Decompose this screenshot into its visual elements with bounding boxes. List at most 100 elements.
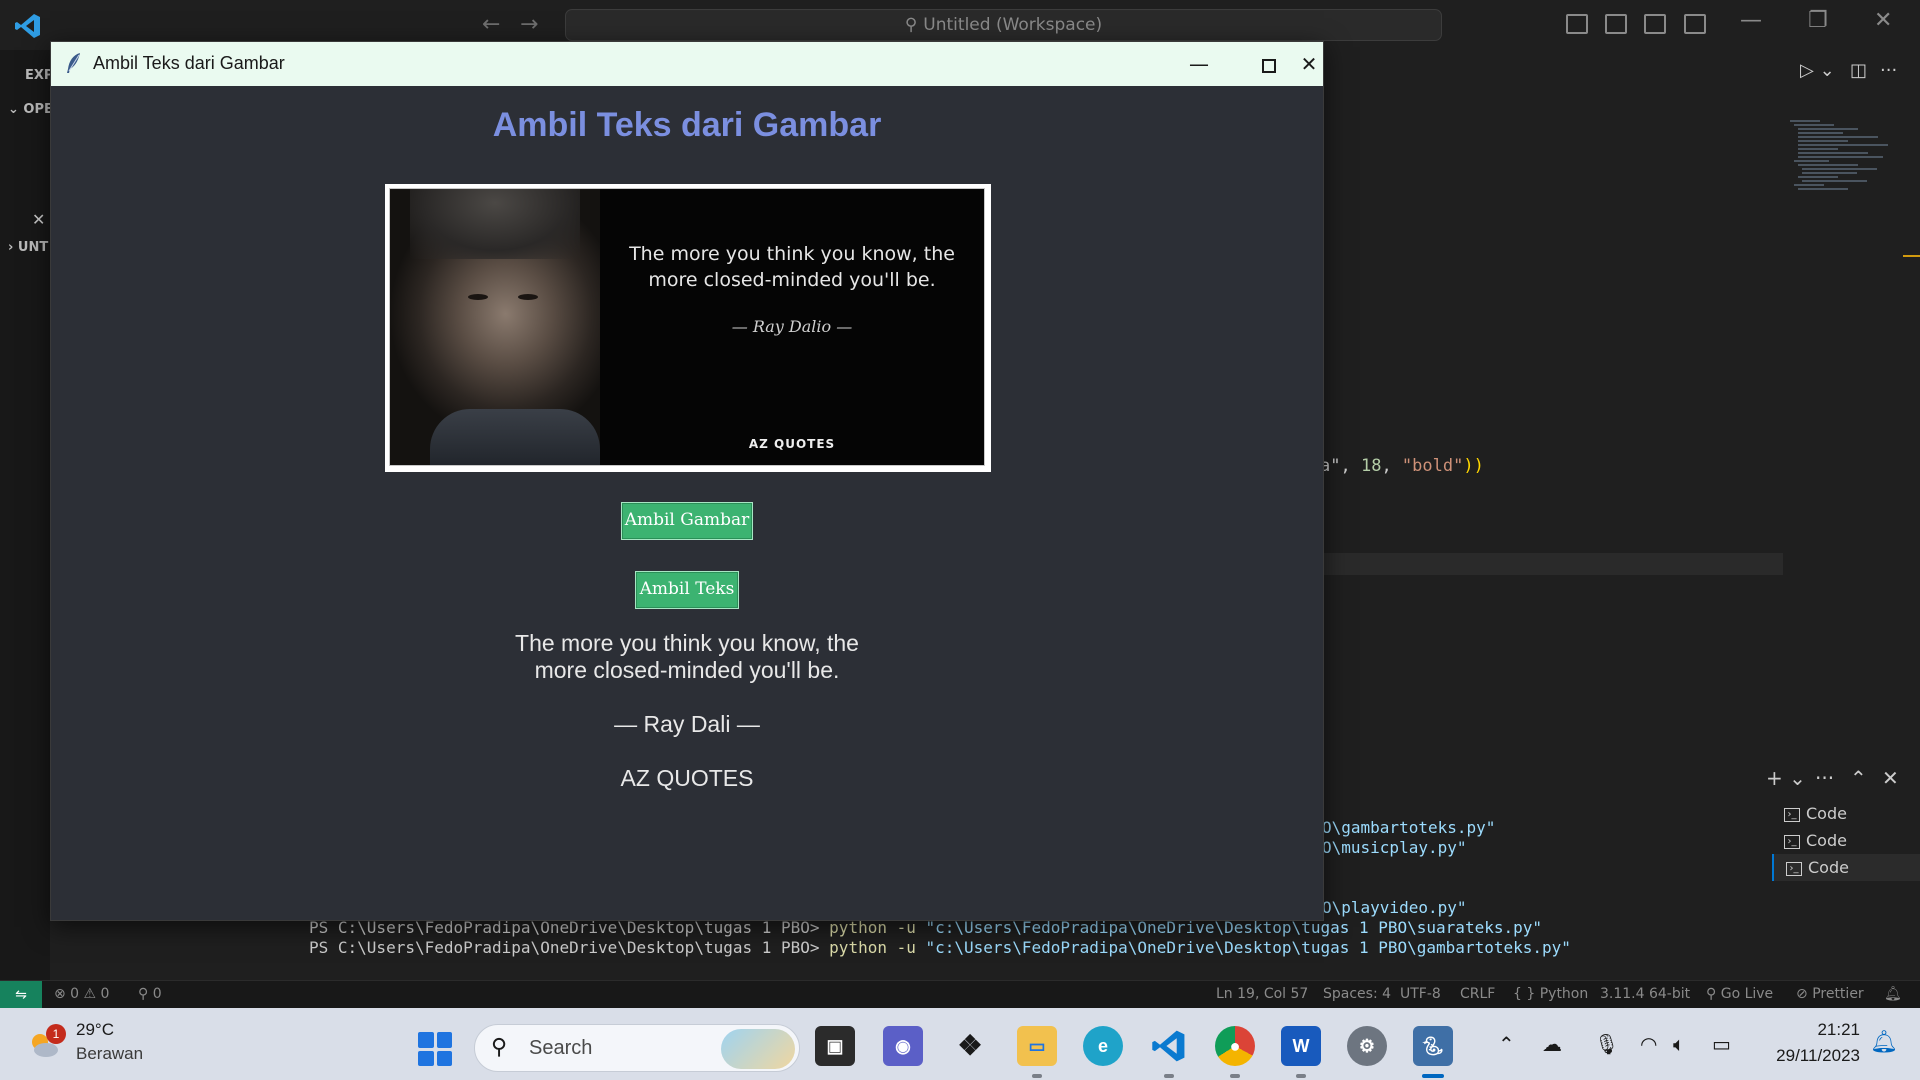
app-heading: Ambil Teks dari Gambar <box>492 106 882 144</box>
portrait-image <box>390 189 600 465</box>
ports-indicator[interactable]: ⚲ 0 <box>138 986 162 1002</box>
terminal-line: O\playvideo.py" <box>1322 898 1467 917</box>
get-text-button[interactable]: Ambil Teks <box>635 571 739 609</box>
taskbar: 1 29°C Berawan ⚲ Search ▣ ◉ ❖ ▭ e ● W ⚙ … <box>0 1008 1920 1080</box>
command-center[interactable]: ⚲ Untitled (Workspace) <box>565 9 1442 41</box>
word-icon[interactable]: W <box>1281 1026 1321 1066</box>
battery-icon[interactable]: ▭ <box>1712 1032 1731 1056</box>
back-arrow-icon[interactable]: ← <box>482 12 500 37</box>
taskbar-search[interactable]: ⚲ Search <box>474 1024 800 1072</box>
go-live-button[interactable]: ⚲ Go Live <box>1706 986 1773 1002</box>
python-interpreter[interactable]: 3.11.4 64-bit <box>1600 986 1690 1002</box>
untitled-folder-label[interactable]: › UNT <box>8 240 48 255</box>
maximize-panel-icon[interactable]: ⌃ <box>1850 766 1867 790</box>
chrome-icon[interactable]: ● <box>1215 1026 1255 1066</box>
code-snippet[interactable]: a", 18, "bold")) <box>1320 456 1484 476</box>
minimap[interactable] <box>1790 120 1900 250</box>
remote-indicator-icon[interactable]: ⇋ <box>0 981 42 1009</box>
status-bar: ⇋ ⊗ 0 ⚠ 0 ⚲ 0 Ln 19, Col 57 Spaces: 4 UT… <box>0 980 1920 1009</box>
activity-bar <box>0 50 50 990</box>
terminal-icon: ›_ <box>1786 861 1802 876</box>
terminal-tab-active[interactable]: ›_ Code <box>1772 854 1920 881</box>
image-brand-text: AZ QUOTES <box>748 437 836 451</box>
teams-chat-icon[interactable]: ◉ <box>883 1026 923 1066</box>
terminal-icon: ›_ <box>1784 807 1800 822</box>
end-of-line[interactable]: CRLF <box>1460 986 1495 1002</box>
image-preview-frame: The more you think you know, the more cl… <box>385 184 991 472</box>
file-explorer-icon[interactable]: ▭ <box>1017 1026 1057 1066</box>
app-minimize-button[interactable]: — <box>1169 46 1229 82</box>
workspace-title: Untitled (Workspace) <box>923 15 1103 35</box>
weather-temperature[interactable]: 29°C <box>76 1020 114 1040</box>
show-hidden-icons-chevron-icon[interactable]: ⌃ <box>1498 1032 1515 1056</box>
notification-bell-icon[interactable]: 🔔︎ <box>1870 1030 1898 1055</box>
result-text-line: — Ray Dali — <box>614 711 760 737</box>
cursor-position[interactable]: Ln 19, Col 57 <box>1216 986 1308 1002</box>
running-indicator <box>1032 1074 1042 1078</box>
terminal-line: O\gambartoteks.py" <box>1322 818 1496 837</box>
vscode-minimize-icon[interactable]: — <box>1740 8 1762 33</box>
settings-gear-icon[interactable]: ⚙ <box>1347 1026 1387 1066</box>
edge-icon[interactable]: e <box>1083 1026 1123 1066</box>
problems-indicator[interactable]: ⊗ 0 ⚠ 0 <box>54 986 109 1002</box>
terminal-more-icon[interactable]: ··· <box>1815 766 1834 790</box>
clock-date[interactable]: 29/11/2023 <box>1752 1046 1860 1066</box>
language-mode[interactable]: { } Python <box>1513 986 1588 1002</box>
microphone-icon[interactable]: 🎙︎ <box>1594 1032 1619 1056</box>
minimap-marker <box>1903 255 1920 257</box>
run-python-icon[interactable]: ▷ ⌄ <box>1800 60 1835 81</box>
result-text-line: The more you think you know, the <box>515 630 859 656</box>
result-text-line: AZ QUOTES <box>620 765 754 791</box>
start-button[interactable] <box>418 1032 452 1066</box>
weather-alert-badge: 1 <box>46 1024 66 1044</box>
toggle-secondary-sidebar-icon[interactable] <box>1644 14 1666 34</box>
task-view-icon[interactable]: ▣ <box>815 1026 855 1066</box>
vscode-restore-icon[interactable]: ❐ <box>1808 8 1828 33</box>
active-app-indicator <box>1422 1074 1444 1078</box>
wifi-icon[interactable]: ◠ <box>1640 1032 1657 1056</box>
indentation[interactable]: Spaces: 4 <box>1323 986 1391 1002</box>
vscode-taskbar-icon[interactable] <box>1149 1026 1189 1066</box>
close-panel-icon[interactable]: ✕ <box>1882 766 1899 790</box>
search-highlight-image <box>721 1029 795 1069</box>
toggle-sidebar-icon[interactable] <box>1566 14 1588 34</box>
running-indicator <box>1164 1074 1174 1078</box>
terminal-tab[interactable]: ›_ Code <box>1772 800 1920 827</box>
image-quote-text: The more you think you know, the more cl… <box>629 243 955 291</box>
search-placeholder: Search <box>529 1037 593 1059</box>
terminal-line: O\musicplay.py" <box>1322 838 1467 857</box>
open-editors-label[interactable]: ⌄ OPE <box>8 102 53 117</box>
image-author-text: — Ray Dalio — <box>731 317 853 336</box>
app-window-title: Ambil Teks dari Gambar <box>93 53 285 73</box>
terminal-tab-list: ›_ Code ›_ Code ›_ Code <box>1772 800 1920 881</box>
customize-layout-icon[interactable] <box>1684 14 1706 34</box>
onedrive-cloud-icon[interactable]: ☁ <box>1542 1032 1562 1056</box>
split-editor-icon[interactable]: ◫ <box>1850 60 1867 81</box>
forward-arrow-icon[interactable]: → <box>520 12 538 37</box>
vscode-close-icon[interactable]: ✕ <box>1874 8 1892 33</box>
encoding[interactable]: UTF-8 <box>1400 986 1441 1002</box>
notifications-icon[interactable]: 🔔︎ <box>1884 986 1902 1002</box>
app-close-button[interactable]: ✕ <box>1289 46 1329 82</box>
feather-icon <box>67 53 80 73</box>
volume-icon[interactable]: 🔈︎ <box>1673 1032 1685 1056</box>
app-window: Ambil Teks dari Gambar — ✕ Ambil Teks da… <box>50 41 1324 921</box>
new-terminal-icon[interactable]: + ⌄ <box>1766 766 1806 790</box>
terminal-tab[interactable]: ›_ Code <box>1772 827 1920 854</box>
running-indicator <box>1230 1074 1240 1078</box>
running-indicator <box>1296 1074 1306 1078</box>
python-app-icon[interactable]: 🐍︎ <box>1413 1026 1453 1066</box>
close-editor-icon[interactable]: ✕ <box>32 210 45 229</box>
terminal-icon: ›_ <box>1784 834 1800 849</box>
get-image-button[interactable]: Ambil Gambar <box>621 502 753 540</box>
current-line-highlight <box>1323 553 1783 575</box>
prettier-status[interactable]: ⊘ Prettier <box>1796 986 1864 1002</box>
weather-description[interactable]: Berawan <box>76 1044 143 1064</box>
dropbox-icon[interactable]: ❖ <box>950 1026 990 1066</box>
app-titlebar[interactable]: Ambil Teks dari Gambar — ✕ <box>51 42 1323 86</box>
search-icon: ⚲ <box>904 15 918 35</box>
more-actions-icon[interactable]: ··· <box>1880 60 1897 81</box>
quote-image: The more you think you know, the more cl… <box>389 188 985 466</box>
toggle-panel-icon[interactable] <box>1605 14 1627 34</box>
clock-time[interactable]: 21:21 <box>1770 1020 1860 1040</box>
